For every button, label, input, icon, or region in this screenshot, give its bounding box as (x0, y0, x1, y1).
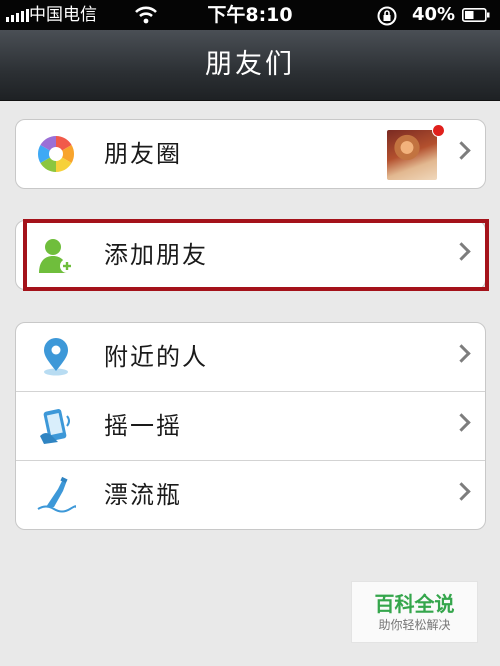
location-pin-icon (44, 338, 68, 376)
rotation-lock-icon (377, 6, 397, 26)
chevron-right-icon (452, 242, 471, 261)
moments-group: 朋友圈 (15, 119, 486, 189)
discover-group: 附近的人 摇一摇 漂流瓶 (15, 322, 486, 530)
chevron-right-icon (452, 413, 471, 432)
chevron-right-icon (452, 344, 471, 363)
battery-percent: 40% (412, 4, 456, 25)
shake-phone-icon (40, 409, 70, 444)
menu-item-label: 摇一摇 (104, 412, 182, 440)
battery-icon (462, 8, 490, 22)
notification-badge (432, 124, 445, 137)
chevron-right-icon (452, 482, 471, 501)
page-title: 朋友们 (205, 49, 295, 80)
menu-item-add-friend[interactable]: 添加朋友 (16, 221, 485, 289)
menu-item-shake[interactable]: 摇一摇 (16, 391, 485, 460)
add-friend-group: 添加朋友 (15, 220, 486, 290)
status-bar: 中国电信 下午8:10 40% (0, 0, 500, 30)
menu-item-label: 朋友圈 (104, 140, 182, 168)
menu-item-label: 附近的人 (104, 343, 208, 371)
watermark-subtitle: 助你轻松解决 (378, 618, 451, 632)
add-friend-icon (39, 239, 74, 273)
drift-bottle-icon (37, 476, 76, 513)
menu-item-nearby-people[interactable]: 附近的人 (16, 323, 485, 391)
menu-item-label: 漂流瓶 (104, 481, 182, 509)
watermark-title: 百科全说 (374, 592, 455, 616)
watermark-logo: 百科全说 助你轻松解决 (351, 581, 478, 643)
menu-item-drift-bottle[interactable]: 漂流瓶 (16, 460, 485, 529)
navigation-bar: 朋友们 (0, 30, 500, 101)
menu-item-label: 添加朋友 (104, 241, 208, 269)
chevron-right-icon (452, 141, 471, 160)
moments-thumbnail (387, 130, 437, 180)
menu-item-moments[interactable]: 朋友圈 (16, 120, 485, 188)
moments-icon (37, 136, 75, 172)
